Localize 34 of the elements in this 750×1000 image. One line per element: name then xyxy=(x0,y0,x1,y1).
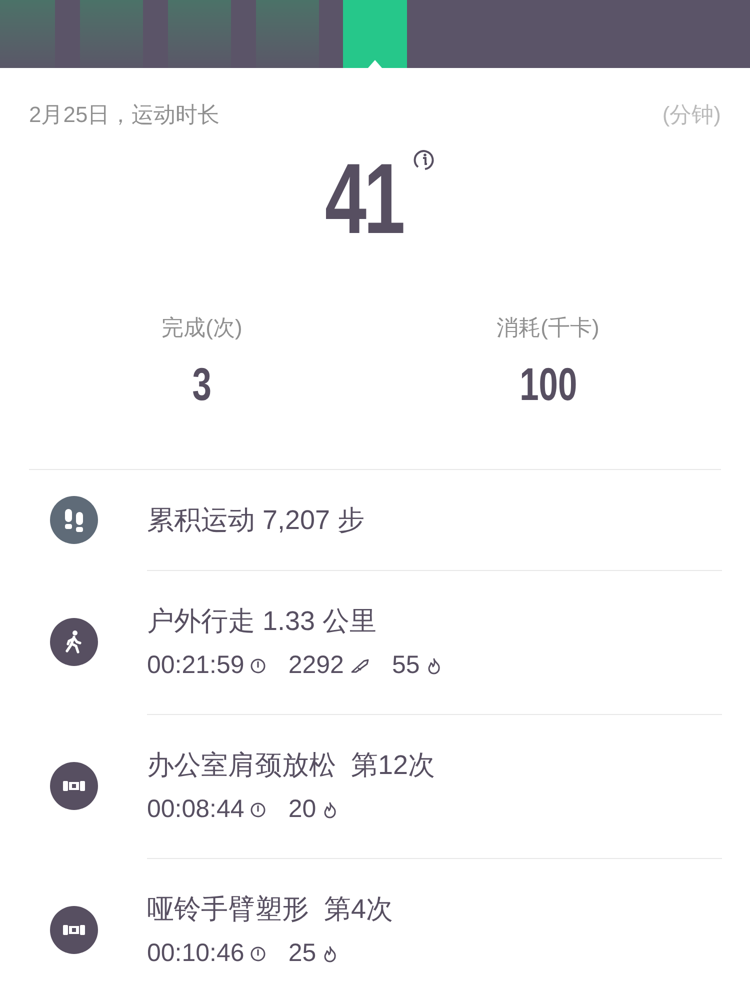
metric-value: 00:21:59 xyxy=(147,650,244,681)
day-bar[interactable] xyxy=(256,0,319,68)
stat-label: 消耗(千卡) xyxy=(496,314,600,342)
metric-value: 20 xyxy=(288,794,316,825)
dumbbell-icon xyxy=(50,906,98,954)
total-minutes: 41 xyxy=(325,149,403,249)
footprints-icon xyxy=(50,496,98,544)
metric-value: 25 xyxy=(288,938,316,969)
clock-icon xyxy=(250,658,266,674)
date-title: 2月25日，运动时长 xyxy=(29,101,220,129)
stat-value: 100 xyxy=(519,357,577,412)
activity-title[interactable]: 累积运动 7,207 步 xyxy=(147,500,722,540)
day-bar[interactable] xyxy=(168,0,231,68)
walking-person-icon xyxy=(50,618,98,666)
unit-label: (分钟) xyxy=(662,101,721,129)
metric-value: 55 xyxy=(392,650,420,681)
pointer-triangle-icon xyxy=(368,60,382,68)
metric-value: 00:08:44 xyxy=(147,794,244,825)
flame-icon xyxy=(322,944,338,963)
clock-icon xyxy=(250,946,266,962)
selected-day-bar[interactable] xyxy=(343,0,407,68)
metric-value: 2292 xyxy=(288,650,344,681)
activity-title[interactable]: 户外行走 1.33 公里 xyxy=(147,600,722,641)
dumbbell-icon xyxy=(50,762,98,810)
activity-title[interactable]: 办公室肩颈放松 第12次 xyxy=(147,744,722,785)
activity-title[interactable]: 哑铃手臂塑形 第4次 xyxy=(147,888,722,929)
day-bar[interactable] xyxy=(80,0,143,68)
clock-icon xyxy=(250,802,266,818)
flame-icon xyxy=(426,656,442,675)
flame-icon xyxy=(322,800,338,819)
stat-value: 3 xyxy=(192,357,212,412)
day-bar[interactable] xyxy=(0,0,55,68)
stat-label: 完成(次) xyxy=(162,314,242,342)
metric-value: 00:10:46 xyxy=(147,938,244,969)
